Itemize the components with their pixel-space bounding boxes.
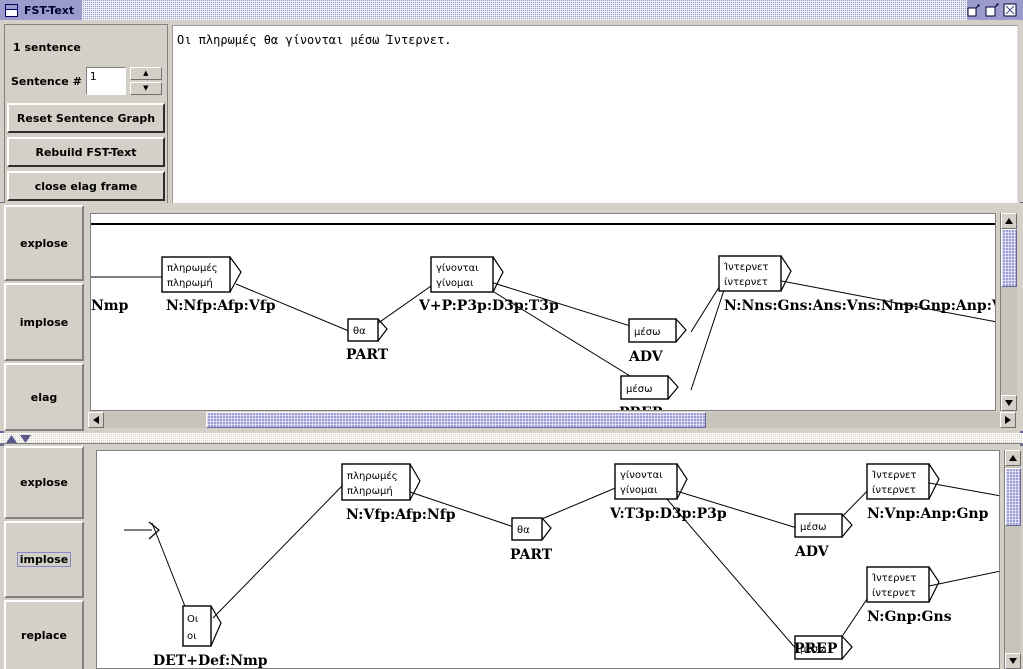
node-meso-prep-2-label: PREP bbox=[794, 641, 838, 657]
graph-top-buttons: explose implose elag bbox=[4, 205, 88, 433]
node-plirwmes-2-line1: πληρωμές bbox=[347, 470, 398, 482]
node-tha-line1: θα bbox=[353, 326, 366, 337]
explose-button-bottom[interactable]: explose bbox=[4, 446, 84, 519]
explose-button-bottom-label: explose bbox=[20, 476, 68, 489]
implose-button-bottom-label: implose bbox=[16, 552, 72, 567]
graph-bottom-svg: Οι οι DET+Def:Nmp πληρωμές πληρωμή N:Vfp… bbox=[97, 451, 999, 669]
sentence-spinner: ▲ ▼ bbox=[129, 67, 162, 95]
sentence-number-input[interactable]: 1 bbox=[85, 67, 126, 95]
fst-text-window: FST-Text 1 sentence Sentence # 1 ▲ ▼ Res… bbox=[0, 0, 1023, 669]
sentence-text: Οι πληρωμές θα γίνονται μέσω Ίντερνετ. bbox=[177, 33, 452, 47]
minimize-button[interactable] bbox=[967, 3, 981, 17]
node-internet-label: N:Nns:Gns:Ans:Vns:Nnp:Gnp:Anp:Vnp bbox=[724, 298, 996, 314]
node-ginontai-2-line1: γίνονται bbox=[620, 469, 663, 481]
splitter-up-icon[interactable] bbox=[6, 434, 17, 443]
graph-top-svg: πληρωμές πληρωμή N:Nfp:Afp:Vfp θα PART γ… bbox=[91, 214, 996, 411]
node-meso-prep-line1: μέσω bbox=[626, 383, 652, 395]
titlebar-texture bbox=[82, 0, 967, 20]
graph-top-scroll-left-button[interactable] bbox=[88, 412, 104, 428]
graph-section-bottom: explose implose replace Οι οι DET+Def:Nm… bbox=[0, 446, 1023, 669]
graph-bottom-scroll-down-button[interactable] bbox=[1005, 653, 1021, 669]
node-ginontai-line1: γίνονται bbox=[436, 262, 479, 274]
node-internet-line1: Ίντερνετ bbox=[723, 261, 768, 273]
graph-top-scroll-right-button[interactable] bbox=[1000, 412, 1016, 428]
node-tha-2-line1: θα bbox=[517, 525, 530, 536]
graph-section-top: explose implose elag πληρωμές πληρωμή N:… bbox=[0, 203, 1023, 433]
rebuild-fst-text-button[interactable]: Rebuild FST-Text bbox=[7, 137, 165, 167]
titlebar-left: FST-Text bbox=[0, 0, 83, 20]
node-meso-adv-line1: μέσω bbox=[634, 326, 660, 338]
splitter-down-icon[interactable] bbox=[20, 434, 31, 443]
close-button[interactable] bbox=[1003, 3, 1017, 17]
implose-button-top-label: implose bbox=[19, 315, 69, 329]
reset-sentence-graph-button[interactable]: Reset Sentence Graph bbox=[7, 103, 165, 133]
graph-top-hscroll-thumb[interactable] bbox=[206, 412, 706, 428]
window-title: FST-Text bbox=[24, 3, 75, 17]
replace-button-bottom-label: replace bbox=[21, 629, 67, 642]
node-plirwmes-line1: πληρωμές bbox=[167, 262, 218, 274]
node-internet-gnp-label: N:Gnp:Gns bbox=[867, 609, 952, 625]
spinner-up-button[interactable]: ▲ bbox=[129, 67, 162, 80]
node-internet-gnp-line1: Ίντερνετ bbox=[871, 572, 916, 584]
elag-button-top-label: elag bbox=[30, 390, 58, 404]
node-ginontai-line2: γίνομαι bbox=[436, 277, 474, 289]
restore-button[interactable] bbox=[985, 3, 999, 17]
sentence-number-row: Sentence # 1 ▲ ▼ bbox=[11, 67, 162, 95]
sentence-control-panel: 1 sentence Sentence # 1 ▲ ▼ Reset Senten… bbox=[4, 24, 168, 220]
implose-button-bottom[interactable]: implose bbox=[4, 521, 84, 598]
node-oi-det-line1: Οι bbox=[187, 614, 199, 625]
node-oi-det-line2: οι bbox=[187, 631, 197, 642]
graph-canvas-top[interactable]: πληρωμές πληρωμή N:Nfp:Afp:Vfp θα PART γ… bbox=[90, 213, 996, 411]
node-internet-gnp-line2: ίντερνετ bbox=[872, 587, 916, 599]
split-pane-divider[interactable] bbox=[0, 433, 1023, 444]
node-plirwmes-2-line2: πληρωμή bbox=[347, 485, 393, 497]
node-plirwmes-line2: πληρωμή bbox=[167, 277, 213, 289]
graph-top-vscrollbar[interactable] bbox=[1000, 213, 1017, 411]
node-meso-prep-label: PREP bbox=[619, 405, 663, 411]
graph-bottom-vscroll-thumb[interactable] bbox=[1005, 468, 1021, 526]
titlebar-buttons bbox=[967, 3, 1023, 17]
implose-button-top[interactable]: implose bbox=[4, 283, 84, 361]
titlebar: FST-Text bbox=[0, 0, 1023, 20]
node-internet-vnp-line2: ίντερνετ bbox=[872, 484, 916, 496]
node-plirwmes-2-label: N:Vfp:Afp:Nfp bbox=[346, 507, 456, 523]
node-ginontai-label: V+P:P3p:D3p:T3p bbox=[418, 298, 559, 314]
graph-bottom-vscrollbar[interactable] bbox=[1004, 450, 1021, 669]
graph-bottom-scroll-up-button[interactable] bbox=[1005, 450, 1021, 466]
graph-top-scroll-down-button[interactable] bbox=[1001, 395, 1017, 411]
window-icon bbox=[5, 3, 18, 17]
node-tha-label: PART bbox=[346, 347, 389, 363]
node-internet-vnp-line1: Ίντερνετ bbox=[871, 469, 916, 481]
node-meso-adv-label: ADV bbox=[628, 349, 664, 365]
sentence-number-label: Sentence # bbox=[11, 74, 82, 88]
node-ginontai-2-line2: γίνομαι bbox=[620, 484, 658, 496]
graph-top-scroll-up-button[interactable] bbox=[1001, 213, 1017, 229]
close-elag-frame-button[interactable]: close elag frame bbox=[7, 171, 165, 201]
node-internet-line2: ίντερνετ bbox=[724, 276, 768, 288]
sentence-text-area[interactable]: Οι πληρωμές θα γίνονται μέσω Ίντερνετ. bbox=[172, 25, 1018, 217]
edge-label-nmp: Nmp bbox=[91, 298, 129, 314]
node-oi-det-label: DET+Def:Nmp bbox=[153, 653, 268, 669]
node-internet-vnp-label: N:Vnp:Anp:Gnp bbox=[867, 506, 989, 522]
node-meso-adv-2-line1: μέσω bbox=[800, 521, 826, 533]
top-area: 1 sentence Sentence # 1 ▲ ▼ Reset Senten… bbox=[0, 20, 1023, 220]
node-ginontai-2-label: V:T3p:D3p:P3p bbox=[609, 506, 727, 522]
node-tha-2-label: PART bbox=[510, 547, 553, 563]
elag-button-top[interactable]: elag bbox=[4, 363, 84, 431]
graph-top-hscrollbar[interactable] bbox=[88, 412, 1016, 428]
replace-button-bottom[interactable]: replace bbox=[4, 600, 84, 669]
sentence-count-label: 1 sentence bbox=[13, 41, 81, 54]
graph-bottom-buttons: explose implose replace bbox=[4, 446, 88, 669]
explose-button-top-label: explose bbox=[20, 236, 68, 250]
node-meso-adv-2-label: ADV bbox=[794, 544, 830, 560]
graph-canvas-bottom[interactable]: Οι οι DET+Def:Nmp πληρωμές πληρωμή N:Vfp… bbox=[96, 450, 1000, 669]
graph-top-vscroll-thumb[interactable] bbox=[1001, 229, 1017, 287]
node-plirwmes-label: N:Nfp:Afp:Vfp bbox=[166, 298, 276, 314]
spinner-down-button[interactable]: ▼ bbox=[129, 82, 162, 95]
explose-button-top[interactable]: explose bbox=[4, 205, 84, 281]
